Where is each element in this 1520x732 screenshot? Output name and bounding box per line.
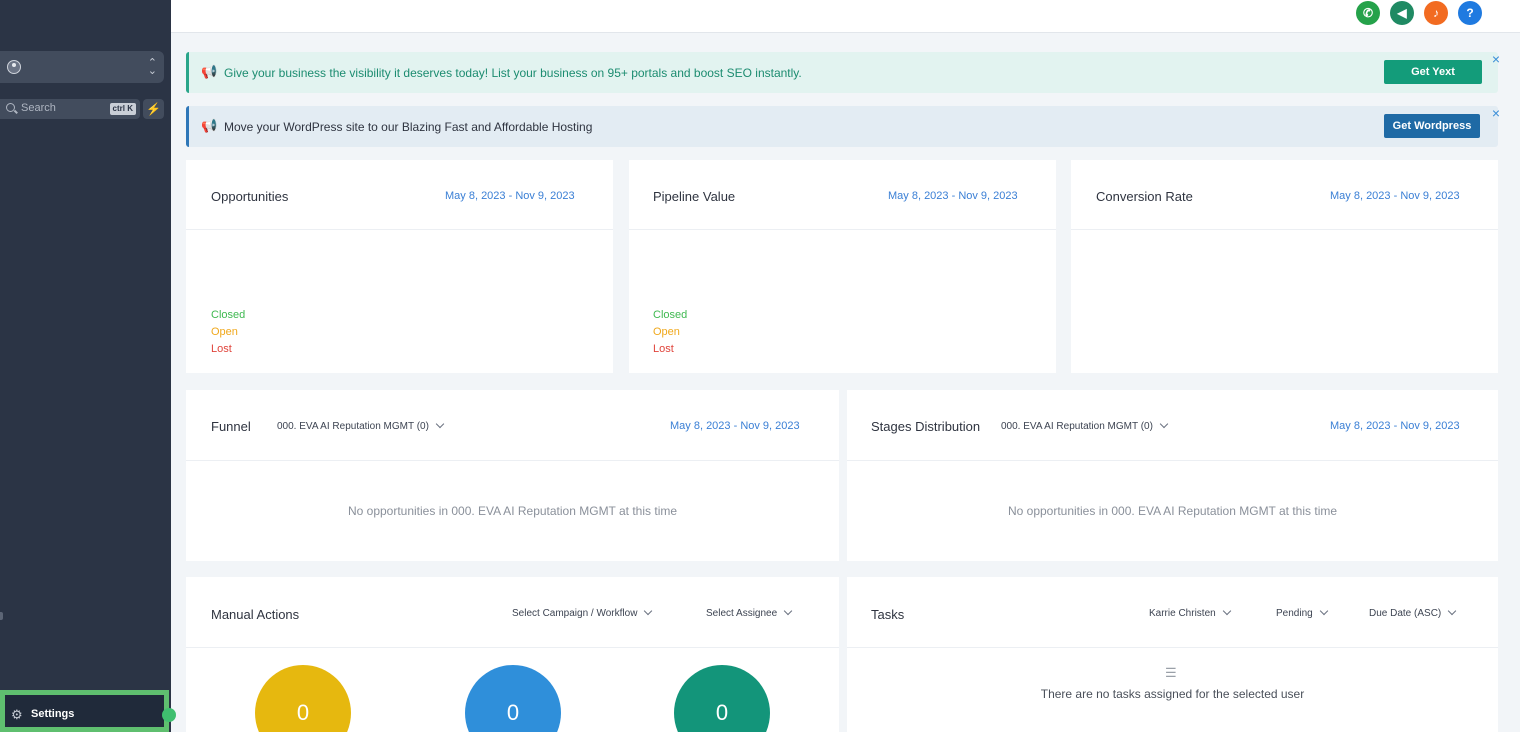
task-status-select[interactable]: Pending (1276, 606, 1328, 619)
pipeline-value-card: Pipeline Value May 8, 2023 - Nov 9, 2023… (629, 160, 1056, 373)
lightning-icon: ⚡ (146, 102, 161, 116)
legend-closed: Closed (653, 309, 688, 321)
task-sort-select[interactable]: Due Date (ASC) (1369, 606, 1457, 619)
get-wordpress-button[interactable]: Get Wordpress (1384, 114, 1480, 138)
megaphone-icon[interactable]: ◀ (1390, 1, 1414, 25)
chevron-down-icon (1448, 606, 1457, 616)
megaphone-icon: 📢 (201, 64, 218, 79)
manual-actions-card: Manual Actions Select Campaign / Workflo… (186, 577, 839, 732)
yext-banner: 📢 Give your business the visibility it d… (186, 51, 1500, 93)
campaign-select-value: Select Campaign / Workflow (512, 608, 638, 619)
chevron-down-icon (783, 606, 793, 616)
get-yext-button[interactable]: Get Yext (1384, 60, 1482, 84)
assignee-select-value: Select Assignee (706, 608, 778, 619)
sort-chevron-icon: ⌃ ⌄ (147, 57, 157, 77)
date-range-picker[interactable]: May 8, 2023 - Nov 9, 2023 (670, 420, 800, 432)
card-title: Manual Actions (211, 607, 300, 622)
task-user-select[interactable]: Karrie Christen (1149, 606, 1231, 619)
campaign-workflow-select[interactable]: Select Campaign / Workflow (512, 606, 653, 619)
sort-select-value: Due Date (ASC) (1369, 608, 1442, 619)
date-range-picker[interactable]: May 8, 2023 - Nov 9, 2023 (445, 190, 575, 202)
pipeline-select[interactable]: 000. EVA AI Reputation MGMT (0) (1001, 419, 1169, 432)
yext-banner-text: Give your business the visibility it des… (224, 66, 802, 80)
count-circle[interactable]: 0 (674, 665, 770, 732)
sidebar-collapse-handle[interactable] (0, 612, 3, 620)
assignee-select[interactable]: Select Assignee (706, 606, 793, 619)
legend-open: Open (653, 326, 680, 338)
banner-accent (186, 52, 189, 93)
legend-lost: Lost (211, 343, 232, 355)
chevron-down-icon (1319, 606, 1328, 616)
tasks-card: Tasks Karrie Christen Pending Due Date (… (847, 577, 1498, 732)
opportunities-card: Opportunities May 8, 2023 - Nov 9, 2023 … (186, 160, 613, 373)
card-title: Opportunities (211, 189, 289, 204)
card-title: Funnel (211, 419, 251, 434)
funnel-card: Funnel 000. EVA AI Reputation MGMT (0) M… (186, 390, 839, 561)
sidebar: ⌃ ⌄ Search ctrl K ⚡ ⚙ Settings (0, 0, 171, 732)
card-title: Pipeline Value (653, 189, 736, 204)
bell-icon[interactable]: ♪ (1424, 1, 1448, 25)
sidebar-item-settings[interactable]: ⚙ Settings (0, 690, 169, 732)
wordpress-banner: 📢 Move your WordPress site to our Blazin… (186, 105, 1500, 147)
count-circle[interactable]: 0 (465, 665, 561, 732)
chevron-down-icon (1159, 419, 1169, 429)
banner-accent (186, 106, 189, 147)
empty-state-message: No opportunities in 000. EVA AI Reputati… (1007, 504, 1338, 518)
search-label: Search (21, 102, 56, 114)
date-range-picker[interactable]: May 8, 2023 - Nov 9, 2023 (888, 190, 1018, 202)
count-circle[interactable]: 0 (255, 665, 351, 732)
card-title: Tasks (871, 607, 905, 622)
close-icon[interactable]: × (1492, 51, 1500, 67)
wordpress-banner-text: Move your WordPress site to our Blazing … (224, 120, 593, 134)
conversion-rate-card: Conversion Rate May 8, 2023 - Nov 9, 202… (1071, 160, 1498, 373)
location-switcher[interactable]: ⌃ ⌄ (0, 51, 164, 83)
close-icon[interactable]: × (1492, 105, 1500, 121)
search-input[interactable]: Search ctrl K (0, 99, 140, 119)
pipeline-select-value: 000. EVA AI Reputation MGMT (0) (277, 421, 429, 432)
empty-state-message: No opportunities in 000. EVA AI Reputati… (347, 504, 678, 518)
chevron-down-icon (644, 606, 653, 616)
quick-actions-button[interactable]: ⚡ (143, 99, 164, 119)
card-title: Conversion Rate (1096, 189, 1193, 204)
settings-status-dot (162, 708, 176, 722)
phone-icon[interactable]: ✆ (1356, 1, 1380, 25)
pipeline-select-value: 000. EVA AI Reputation MGMT (0) (1001, 421, 1153, 432)
chevron-down-icon (435, 419, 445, 429)
date-range-picker[interactable]: May 8, 2023 - Nov 9, 2023 (1330, 190, 1460, 202)
date-range-picker[interactable]: May 8, 2023 - Nov 9, 2023 (1330, 420, 1460, 432)
pipeline-select[interactable]: 000. EVA AI Reputation MGMT (0) (277, 419, 445, 432)
legend-closed: Closed (211, 309, 246, 321)
megaphone-icon: 📢 (201, 118, 218, 133)
user-select-value: Karrie Christen (1149, 608, 1216, 619)
stages-distribution-card: Stages Distribution 000. EVA AI Reputati… (847, 390, 1498, 561)
search-icon (6, 103, 15, 112)
card-title: Stages Distribution (871, 419, 981, 434)
legend-lost: Lost (653, 343, 674, 355)
help-icon[interactable]: ? (1458, 1, 1482, 25)
task-list-icon: ☰ (1165, 665, 1177, 680)
user-avatar-icon (7, 60, 21, 74)
gear-icon: ⚙ (11, 707, 23, 722)
top-header: ✆ ◀ ♪ ? (171, 0, 1520, 33)
chevron-down-icon (1222, 606, 1231, 616)
status-select-value: Pending (1276, 608, 1313, 619)
legend-open: Open (211, 326, 238, 338)
empty-state-message: There are no tasks assigned for the sele… (1040, 687, 1305, 701)
search-shortcut-badge: ctrl K (109, 103, 136, 115)
sidebar-item-label: Settings (31, 708, 75, 720)
